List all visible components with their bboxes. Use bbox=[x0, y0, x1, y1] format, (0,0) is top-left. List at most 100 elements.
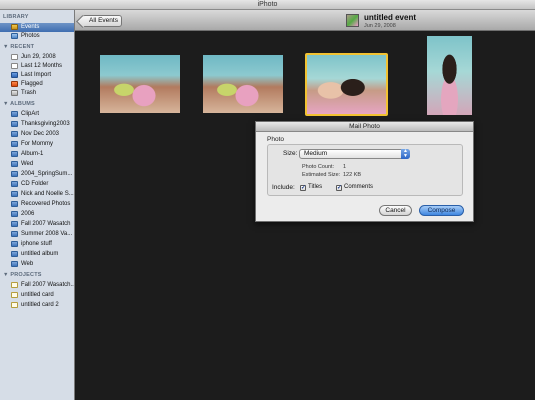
sidebar-item-last-12-months[interactable]: Last 12 Months bbox=[0, 62, 74, 71]
sidebar-item-jun-29-2008[interactable]: Jun 29, 2008 bbox=[0, 53, 74, 62]
compose-button[interactable]: Compose bbox=[419, 205, 464, 216]
album-icon bbox=[11, 131, 18, 137]
sidebar-item-album[interactable]: Web bbox=[0, 260, 74, 269]
include-label: Include: bbox=[272, 184, 295, 191]
sidebar-item-label: For Mommy bbox=[21, 141, 53, 147]
sidebar: LIBRARY Events Photos ▼ RECENT Jun 29, 2… bbox=[0, 10, 75, 400]
album-icon bbox=[11, 171, 18, 177]
sidebar-item-album[interactable]: Recovered Photos bbox=[0, 200, 74, 209]
sidebar-item-album[interactable]: Nov Dec 2003 bbox=[0, 130, 74, 139]
sidebar-item-label: Recovered Photos bbox=[21, 201, 71, 207]
sidebar-item-label: Web bbox=[21, 261, 34, 267]
albums-header-label: ALBUMS bbox=[10, 101, 35, 107]
sidebar-item-album[interactable]: Nick and Noelle S... bbox=[0, 190, 74, 199]
photo-image bbox=[100, 55, 180, 113]
photos-icon bbox=[11, 33, 18, 39]
window-title: iPhoto bbox=[257, 1, 278, 8]
projects-header: ▼ PROJECTS bbox=[3, 272, 42, 278]
sidebar-item-album[interactable]: CD Folder bbox=[0, 180, 74, 189]
card-icon bbox=[11, 302, 18, 308]
sidebar-item-label: Nick and Noelle S... bbox=[21, 191, 74, 197]
album-icon bbox=[11, 141, 18, 147]
event-title: untitled event bbox=[364, 13, 417, 22]
album-icon bbox=[11, 211, 18, 217]
sidebar-item-label: Wed bbox=[21, 161, 34, 167]
card-icon bbox=[11, 282, 18, 288]
photo-thumbnail-3-selected[interactable] bbox=[305, 53, 388, 116]
estimated-size-value: 122 KB bbox=[343, 172, 362, 178]
calendar-icon bbox=[11, 63, 18, 69]
window-titlebar: iPhoto bbox=[0, 0, 535, 10]
sidebar-item-label: Thanksgiving2003 bbox=[21, 121, 70, 127]
photo-image bbox=[203, 55, 283, 113]
sidebar-item-label: Flagged bbox=[21, 81, 43, 87]
comments-checkbox[interactable]: ✓ bbox=[336, 185, 342, 191]
sidebar-item-project[interactable]: Fall 2007 Wasatch... bbox=[0, 281, 74, 290]
projects-header-label: PROJECTS bbox=[10, 272, 42, 278]
sidebar-item-label: untitled card 2 bbox=[21, 302, 59, 308]
flag-icon bbox=[11, 81, 18, 87]
sidebar-item-label: Events bbox=[21, 24, 40, 30]
sidebar-item-label: 2006 bbox=[21, 211, 35, 217]
album-icon bbox=[11, 261, 18, 267]
sidebar-item-album[interactable]: ClipArt bbox=[0, 110, 74, 119]
sidebar-item-events[interactable]: Events bbox=[0, 23, 74, 32]
photo-group-label: Photo bbox=[267, 136, 284, 143]
sidebar-item-project[interactable]: untitled card 2 bbox=[0, 301, 74, 310]
sidebar-item-trash[interactable]: Trash bbox=[0, 89, 74, 98]
all-events-button[interactable]: All Events bbox=[82, 15, 122, 27]
cancel-button[interactable]: Cancel bbox=[379, 205, 412, 216]
sidebar-item-label: Last 12 Months bbox=[21, 63, 63, 69]
sidebar-item-label: Trash bbox=[21, 90, 37, 96]
card-icon bbox=[11, 292, 18, 298]
comments-label: Comments bbox=[344, 184, 374, 190]
sidebar-item-album[interactable]: Thanksgiving2003 bbox=[0, 120, 74, 129]
sidebar-item-label: Photos bbox=[21, 33, 40, 39]
sidebar-item-album[interactable]: Album-1 bbox=[0, 150, 74, 159]
calendar-icon bbox=[11, 54, 18, 60]
recent-header: ▼ RECENT bbox=[3, 44, 35, 50]
sidebar-item-label: Nov Dec 2003 bbox=[21, 131, 60, 137]
sidebar-item-flagged[interactable]: Flagged bbox=[0, 80, 74, 89]
dialog-title: Mail Photo bbox=[256, 122, 473, 132]
titles-label: Titles bbox=[308, 184, 323, 190]
album-icon bbox=[11, 191, 18, 197]
sidebar-item-album[interactable]: 2006 bbox=[0, 210, 74, 219]
album-icon bbox=[11, 201, 18, 207]
size-label: Size: bbox=[283, 150, 298, 157]
sidebar-item-label: Fall 2007 Wasatch... bbox=[21, 282, 74, 288]
sidebar-item-photos[interactable]: Photos bbox=[0, 32, 74, 41]
size-select[interactable]: Medium ▲ ▼ bbox=[299, 149, 410, 159]
events-icon bbox=[11, 24, 18, 30]
album-icon bbox=[11, 151, 18, 157]
album-icon bbox=[11, 241, 18, 247]
sidebar-item-label: iphone stuff bbox=[21, 241, 52, 247]
sidebar-item-label: Summer 2008 Va... bbox=[21, 231, 73, 237]
sidebar-item-album[interactable]: Fall 2007 Wasatch bbox=[0, 220, 74, 229]
photo-thumbnail-2[interactable] bbox=[203, 55, 283, 113]
sidebar-item-album[interactable]: For Mommy bbox=[0, 140, 74, 149]
sidebar-item-label: ClipArt bbox=[21, 111, 40, 117]
sidebar-item-project[interactable]: untitled card bbox=[0, 291, 74, 300]
sidebar-item-label: 2004_SpringSum... bbox=[21, 171, 73, 177]
sidebar-item-album[interactable]: Summer 2008 Va... bbox=[0, 230, 74, 239]
photo-image bbox=[427, 36, 472, 115]
photo-thumbnail-1[interactable] bbox=[100, 55, 180, 113]
sidebar-item-last-import[interactable]: Last Import bbox=[0, 71, 74, 80]
sidebar-item-album[interactable]: untitled album bbox=[0, 250, 74, 259]
photo-thumbnail-4[interactable] bbox=[427, 36, 472, 115]
sidebar-item-album[interactable]: Wed bbox=[0, 160, 74, 169]
recent-header-label: RECENT bbox=[10, 44, 35, 50]
sidebar-item-album[interactable]: 2004_SpringSum... bbox=[0, 170, 74, 179]
trash-icon bbox=[11, 90, 18, 96]
titles-checkbox[interactable]: ✓ bbox=[300, 185, 306, 191]
event-thumbnail bbox=[346, 14, 359, 27]
sidebar-item-label: CD Folder bbox=[21, 181, 49, 187]
sidebar-item-album[interactable]: iphone stuff bbox=[0, 240, 74, 249]
sidebar-item-label: Jun 29, 2008 bbox=[21, 54, 56, 60]
sidebar-item-label: untitled card bbox=[21, 292, 54, 298]
album-icon bbox=[11, 231, 18, 237]
size-select-value: Medium bbox=[304, 150, 328, 157]
sidebar-item-label: untitled album bbox=[21, 251, 59, 257]
album-icon bbox=[11, 221, 18, 227]
